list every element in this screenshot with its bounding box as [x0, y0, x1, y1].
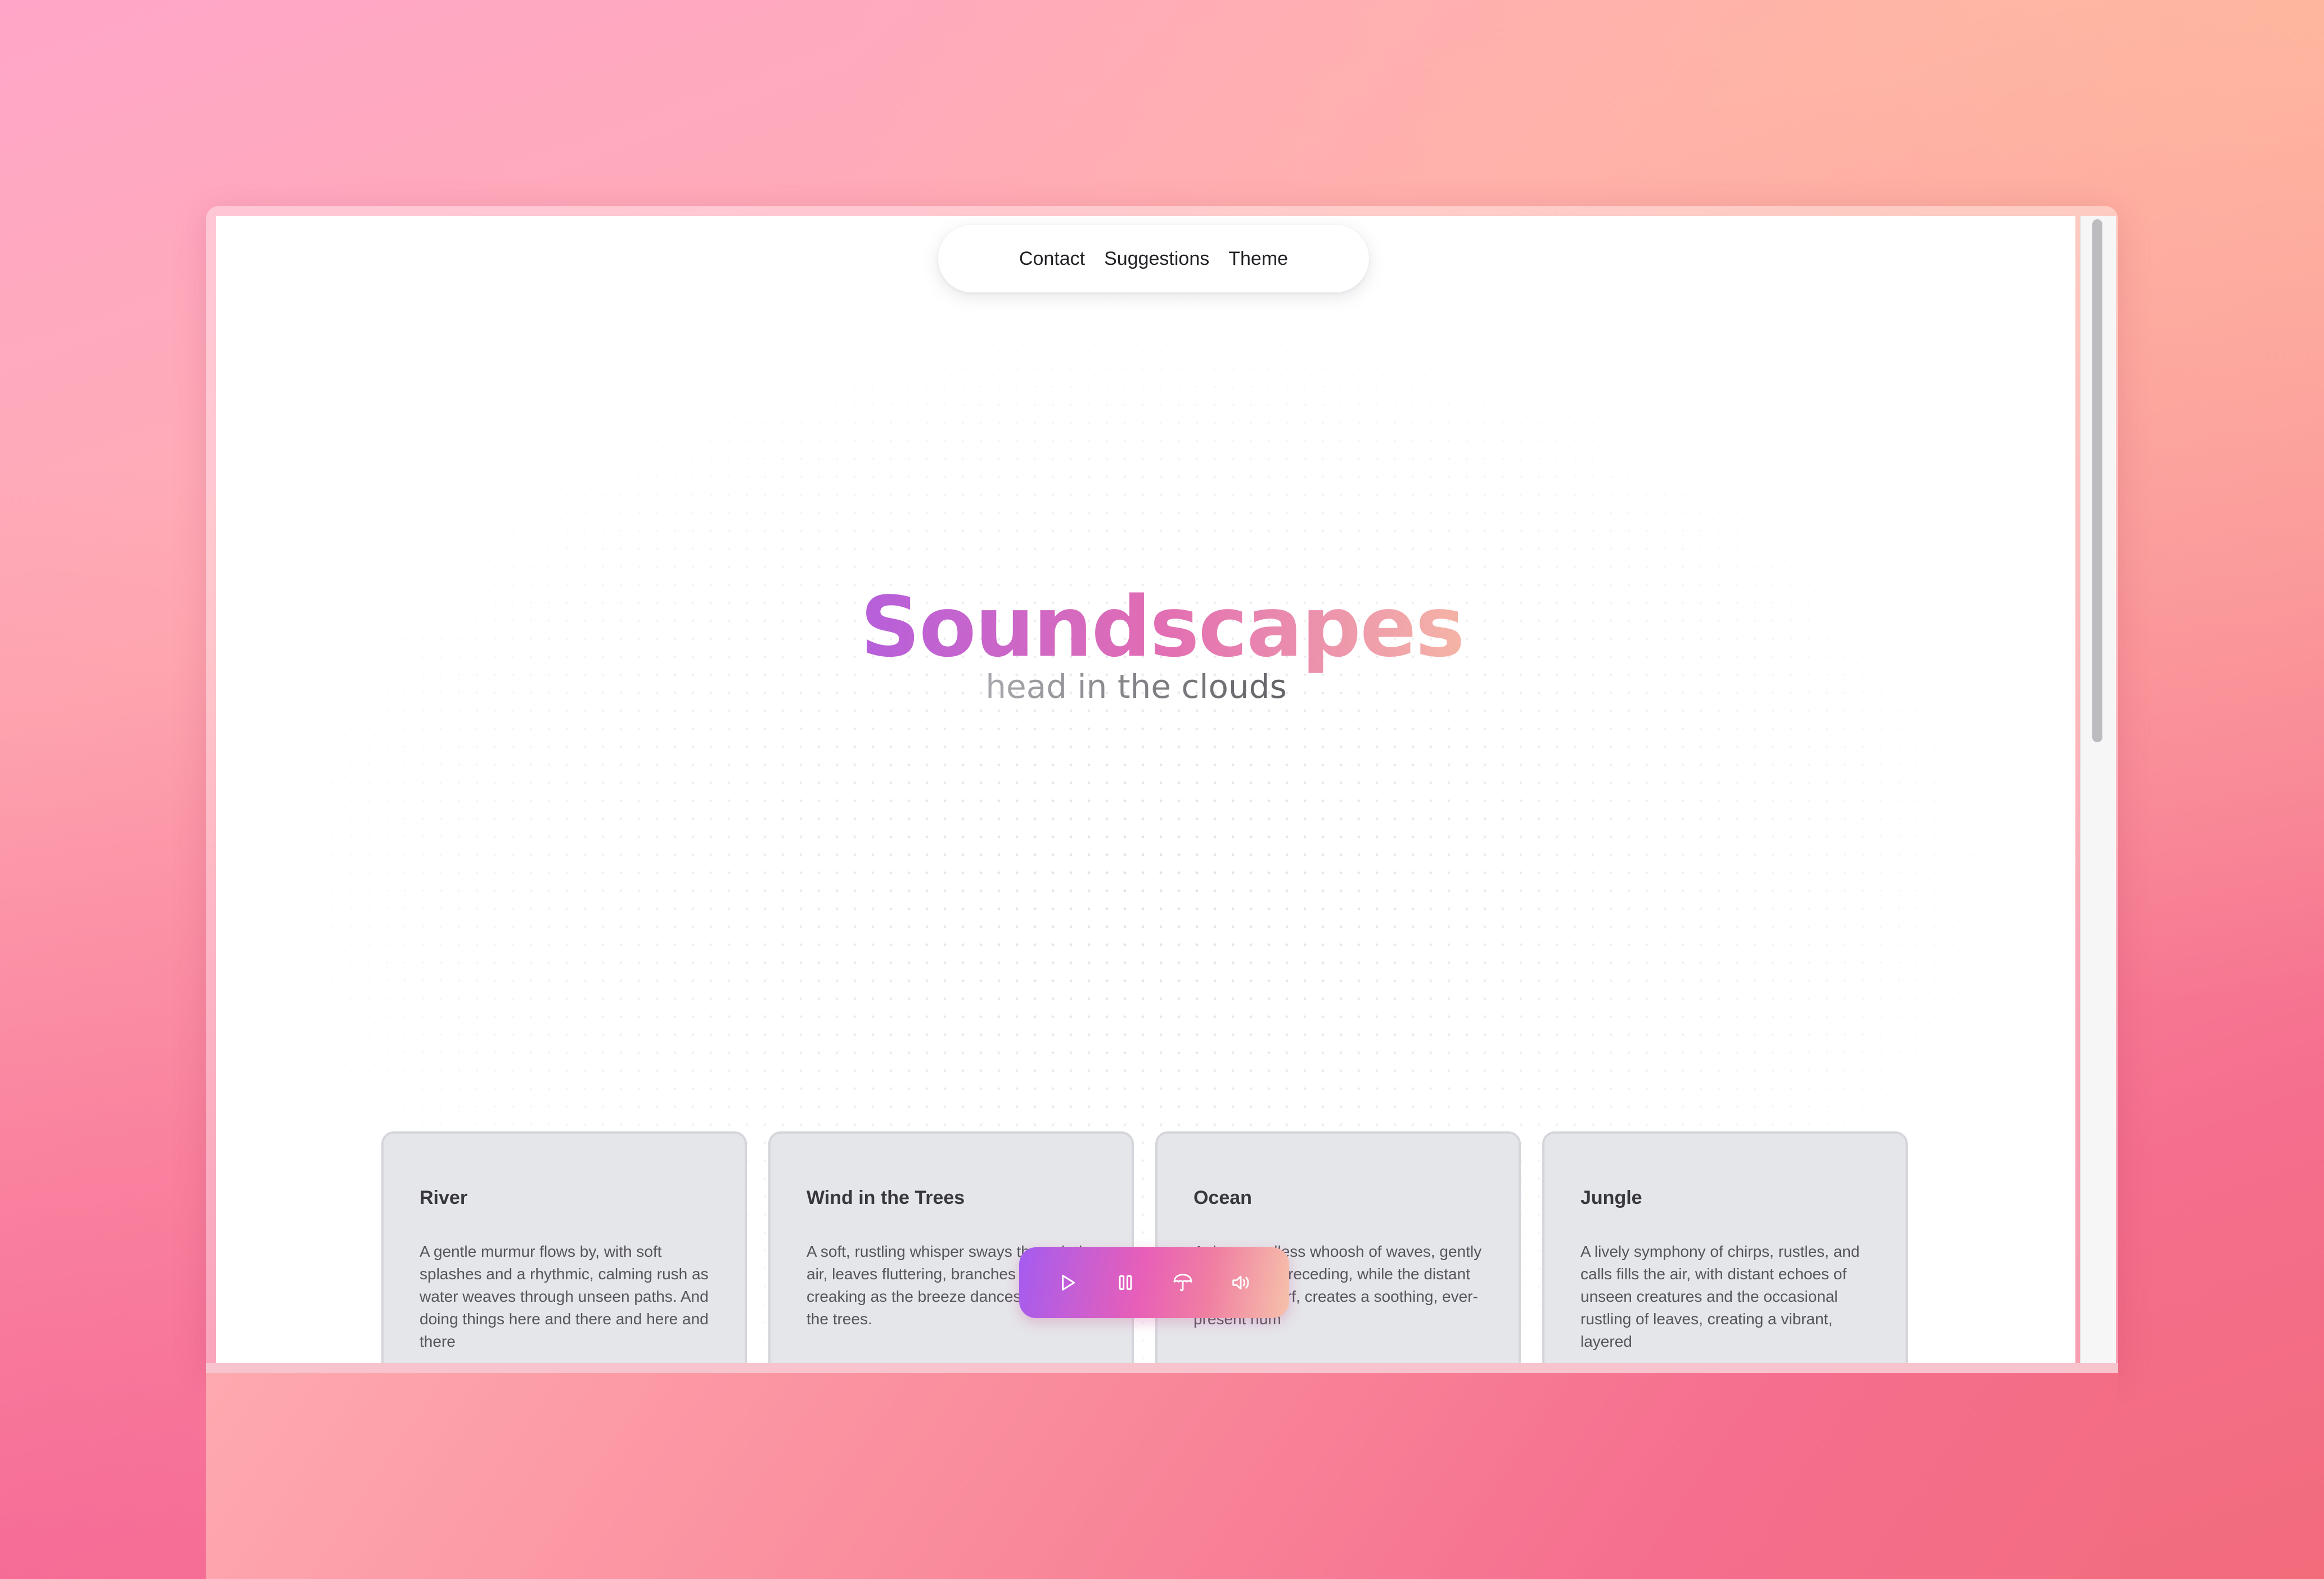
hero-subtitle-text: head in the clouds	[985, 667, 1287, 706]
hero-title: Soundscapes	[0, 579, 2324, 675]
desktop-background: { "nav": { "items": [ {"label": "Contact…	[0, 0, 2324, 1579]
card-description: A lively symphony of chirps, rustles, an…	[1580, 1243, 1860, 1350]
soundscape-card-river[interactable]: River A gentle murmur flows by, with sof…	[381, 1131, 747, 1390]
volume-icon	[1232, 1275, 1249, 1290]
audio-player-bar	[1019, 1247, 1289, 1318]
volume-button[interactable]	[1225, 1267, 1256, 1298]
card-description: A gentle murmur flows by, with soft spla…	[420, 1243, 709, 1350]
nav-link-suggestions[interactable]: Suggestions	[1104, 248, 1209, 270]
pause-icon	[1119, 1275, 1132, 1291]
umbrella-icon	[1173, 1274, 1192, 1292]
card-title: Jungle	[1580, 1187, 1642, 1208]
nav-link-contact[interactable]: Contact	[1019, 248, 1085, 270]
card-title: Ocean	[1193, 1187, 1252, 1208]
window-bottom-mask	[206, 1363, 2118, 1579]
hero-subtitle: head in the clouds	[0, 667, 2272, 706]
play-icon	[1062, 1275, 1075, 1291]
pause-button[interactable]	[1110, 1267, 1141, 1298]
play-button[interactable]	[1052, 1267, 1083, 1298]
soundscape-card-jungle[interactable]: Jungle A lively symphony of chirps, rust…	[1542, 1131, 1908, 1390]
nav-link-theme[interactable]: Theme	[1228, 248, 1288, 270]
card-title: River	[420, 1187, 468, 1208]
umbrella-button[interactable]	[1167, 1267, 1199, 1298]
window-bottom-edge	[206, 1363, 2118, 1579]
hero-title-text: Soundscapes	[860, 579, 1465, 675]
card-title: Wind in the Trees	[807, 1187, 965, 1208]
top-navbar: Contact Suggestions Theme	[938, 225, 1369, 292]
